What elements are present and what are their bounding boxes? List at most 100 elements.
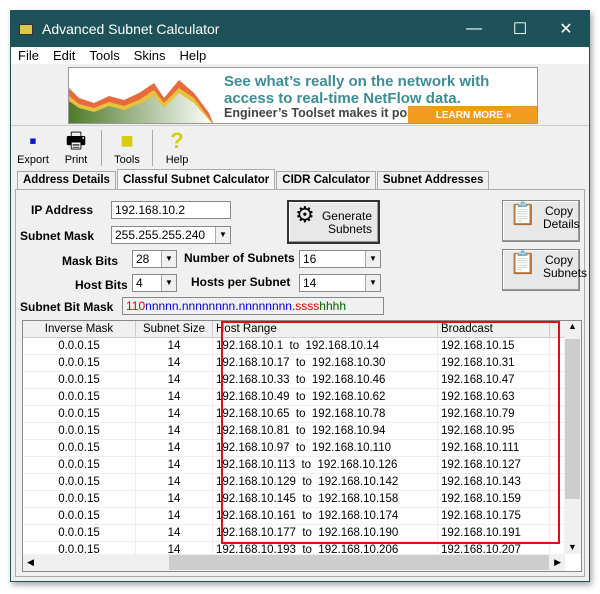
classful-panel: IP Address 192.168.10.2 Subnet Mask 255.… xyxy=(15,189,587,577)
tools-label: Tools xyxy=(114,154,140,166)
vertical-scroll-thumb[interactable] xyxy=(565,339,580,499)
scroll-right-icon[interactable]: ▶ xyxy=(554,557,561,568)
column-header-inverse-mask[interactable]: Inverse Mask xyxy=(23,321,136,338)
subnet-size-cell: 14 xyxy=(136,457,213,474)
inverse-mask-cell: 0.0.0.15 xyxy=(23,457,136,474)
subnet-mask-label: Subnet Mask xyxy=(20,229,95,243)
inverse-mask-cell: 0.0.0.15 xyxy=(23,491,136,508)
tab-bar: Address Details Classful Subnet Calculat… xyxy=(17,169,490,189)
tools-button[interactable]: ■ Tools xyxy=(107,128,147,166)
menu-help[interactable]: Help xyxy=(180,48,207,63)
inverse-mask-cell: 0.0.0.15 xyxy=(23,355,136,372)
help-button[interactable]: ? Help xyxy=(159,128,195,166)
menu-edit[interactable]: Edit xyxy=(53,48,75,63)
app-window: Advanced Subnet Calculator — ☐ ✕ File Ed… xyxy=(10,10,590,582)
subnet-size-cell: 14 xyxy=(136,389,213,406)
inverse-mask-cell: 0.0.0.15 xyxy=(23,406,136,423)
ad-banner[interactable]: See what’s really on the network with ac… xyxy=(68,67,538,124)
toolbar: ▪ Export 🖶 Print ■ Tools ? Help xyxy=(11,125,589,169)
printer-icon: 🖶 xyxy=(65,128,87,153)
bitmask-host-bits: hhhh xyxy=(319,299,346,313)
banner-headline: See what’s really on the network with ac… xyxy=(224,73,490,107)
maximize-button[interactable]: ☐ xyxy=(497,19,543,39)
inverse-mask-cell: 0.0.0.15 xyxy=(23,474,136,491)
subnet-mask-select[interactable]: 255.255.255.240 ▼ xyxy=(111,226,231,244)
chevron-down-icon[interactable]: ▼ xyxy=(365,275,380,291)
export-label: Export xyxy=(17,154,49,166)
bitmask-subnet-bits: ssss xyxy=(295,299,320,313)
tab-subnet-addresses[interactable]: Subnet Addresses xyxy=(376,171,490,189)
tab-cidr-calculator[interactable]: CIDR Calculator xyxy=(276,171,376,189)
copy-details-label: Copy Details xyxy=(543,204,580,231)
scroll-up-icon[interactable]: ▲ xyxy=(564,321,581,331)
host-bits-value: 4 xyxy=(136,276,143,290)
subnet-size-cell: 14 xyxy=(136,406,213,423)
subnet-size-cell: 14 xyxy=(136,474,213,491)
subnet-size-cell: 14 xyxy=(136,355,213,372)
inverse-mask-cell: 0.0.0.15 xyxy=(23,525,136,542)
number-of-subnets-label: Number of Subnets xyxy=(184,251,295,265)
subnet-bit-mask-label: Subnet Bit Mask xyxy=(20,300,114,314)
scroll-down-icon[interactable]: ▼ xyxy=(564,542,581,552)
scroll-left-icon[interactable]: ◀ xyxy=(27,557,34,568)
copy-subnets-button[interactable]: 📋 Copy Subnets xyxy=(502,249,587,291)
chevron-down-icon[interactable]: ▼ xyxy=(215,227,230,243)
menu-tools[interactable]: Tools xyxy=(89,48,119,63)
help-label: Help xyxy=(165,154,189,166)
inverse-mask-cell: 0.0.0.15 xyxy=(23,372,136,389)
horizontal-scrollbar[interactable]: ◀ ▶ xyxy=(23,554,565,571)
toolbox-icon: ■ xyxy=(120,128,134,153)
mask-bits-select[interactable]: 28 ▼ xyxy=(132,250,177,268)
menu-file[interactable]: File xyxy=(18,48,39,63)
ip-address-label: IP Address xyxy=(31,203,94,217)
inverse-mask-cell: 0.0.0.15 xyxy=(23,389,136,406)
chevron-down-icon[interactable]: ▼ xyxy=(365,251,380,267)
bitmask-network-bits: nnnnn.nnnnnnnn.nnnnnnnn. xyxy=(145,299,296,313)
ip-address-input[interactable]: 192.168.10.2 xyxy=(111,201,231,219)
hosts-per-subnet-label: Hosts per Subnet xyxy=(191,275,291,289)
host-bits-label: Host Bits xyxy=(75,278,128,292)
subnet-table: Inverse Mask Subnet Size Host Range Broa… xyxy=(22,320,582,572)
print-label: Print xyxy=(64,154,88,166)
host-bits-select[interactable]: 4 ▼ xyxy=(132,274,177,292)
copy-details-button[interactable]: 📋 Copy Details xyxy=(502,200,580,242)
inverse-mask-cell: 0.0.0.15 xyxy=(23,508,136,525)
mask-bits-label: Mask Bits xyxy=(62,254,119,268)
gears-icon: ⚙ xyxy=(295,202,315,227)
subnet-mask-value: 255.255.255.240 xyxy=(115,228,206,242)
inverse-mask-cell: 0.0.0.15 xyxy=(23,423,136,440)
subnet-size-cell: 14 xyxy=(136,508,213,525)
close-button[interactable]: ✕ xyxy=(543,19,589,39)
subnet-size-cell: 14 xyxy=(136,372,213,389)
tab-address-details[interactable]: Address Details xyxy=(17,171,116,189)
hosts-per-subnet-value: 14 xyxy=(303,276,317,290)
minimize-button[interactable]: — xyxy=(451,20,497,38)
tab-classful-subnet-calculator[interactable]: Classful Subnet Calculator xyxy=(116,169,276,189)
subnet-size-cell: 14 xyxy=(136,440,213,457)
inverse-mask-cell: 0.0.0.15 xyxy=(23,440,136,457)
highlight-box xyxy=(221,321,560,544)
number-of-subnets-value: 16 xyxy=(303,252,317,266)
clipboard-icon: 📋 xyxy=(509,201,537,226)
copy-subnets-label: Copy Subnets xyxy=(543,253,588,280)
menu-skins[interactable]: Skins xyxy=(134,48,166,63)
horizontal-scroll-thumb[interactable] xyxy=(169,555,549,570)
subnet-size-cell: 14 xyxy=(136,491,213,508)
generate-subnets-button[interactable]: ⚙ Generate Subnets xyxy=(287,200,380,244)
vertical-scrollbar[interactable]: ▲ ▼ xyxy=(564,321,581,554)
bitmask-network-class-bits: 110 xyxy=(126,299,146,313)
print-button[interactable]: 🖶 Print xyxy=(59,128,93,166)
title-bar: Advanced Subnet Calculator — ☐ ✕ xyxy=(11,11,589,47)
column-header-subnet-size[interactable]: Subnet Size xyxy=(136,321,213,338)
subnet-size-cell: 14 xyxy=(136,525,213,542)
toolbar-separator xyxy=(152,130,153,166)
learn-more-button[interactable]: LEARN MORE » xyxy=(408,106,537,123)
chevron-down-icon[interactable]: ▼ xyxy=(161,275,176,291)
export-button[interactable]: ▪ Export xyxy=(15,128,51,166)
toolbar-separator xyxy=(101,130,102,166)
number-of-subnets-select[interactable]: 16 ▼ xyxy=(299,250,381,268)
clipboard-icon: 📋 xyxy=(509,250,537,275)
window-title: Advanced Subnet Calculator xyxy=(42,21,220,37)
chevron-down-icon[interactable]: ▼ xyxy=(161,251,176,267)
hosts-per-subnet-select[interactable]: 14 ▼ xyxy=(299,274,381,292)
